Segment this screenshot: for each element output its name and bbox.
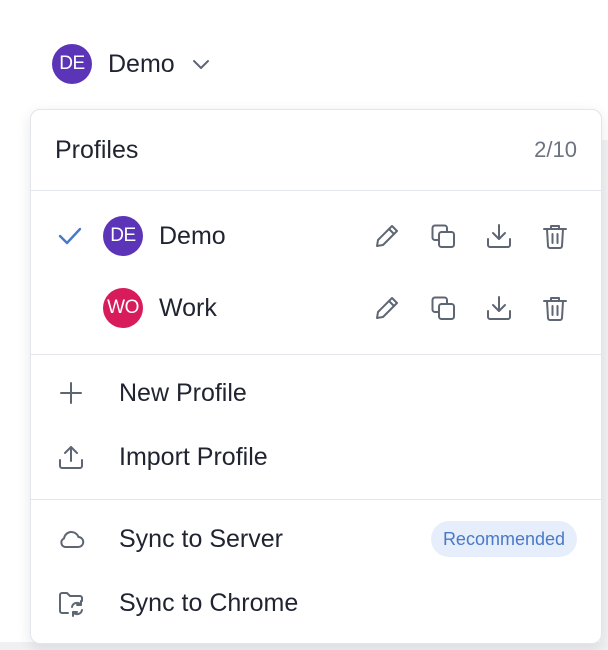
pencil-icon[interactable]	[371, 292, 403, 324]
recommended-badge: Recommended	[430, 521, 577, 557]
panel-title: Profiles	[55, 135, 139, 164]
trash-icon[interactable]	[539, 220, 571, 252]
profile-management-menu: New Profile Import Profile	[31, 355, 601, 500]
copy-icon[interactable]	[427, 220, 459, 252]
download-icon[interactable]	[483, 220, 515, 252]
profile-row-work[interactable]: WO Work	[31, 278, 601, 338]
profiles-dropdown: Profiles 2/10 DE Demo WO Work New Profil…	[30, 109, 602, 644]
menu-item-label: Import Profile	[119, 442, 268, 471]
panel-header: Profiles 2/10	[31, 110, 601, 191]
avatar-initials: DE	[110, 225, 136, 246]
profile-actions	[371, 292, 571, 324]
cloud-icon	[55, 523, 87, 555]
avatar: DE	[52, 44, 92, 84]
profile-switcher-button[interactable]: DE Demo	[52, 44, 213, 84]
import-profile-button[interactable]: Import Profile	[31, 429, 601, 485]
avatar: DE	[103, 216, 143, 256]
copy-icon[interactable]	[427, 292, 459, 324]
profile-list: DE Demo WO Work	[31, 192, 601, 355]
download-icon[interactable]	[483, 292, 515, 324]
plus-icon	[55, 377, 87, 409]
sync-to-chrome-button[interactable]: Sync to Chrome	[31, 575, 601, 631]
avatar-initials: DE	[59, 53, 85, 74]
profile-name: Work	[159, 293, 217, 322]
profile-actions	[371, 220, 571, 252]
upload-icon	[55, 441, 87, 473]
profile-count: 2/10	[534, 137, 577, 162]
profile-row-demo[interactable]: DE Demo	[31, 206, 601, 266]
pencil-icon[interactable]	[371, 220, 403, 252]
sync-to-server-button[interactable]: Sync to Server Recommended	[31, 511, 601, 567]
profile-name: Demo	[159, 221, 226, 250]
folder-sync-icon	[55, 587, 87, 619]
new-profile-button[interactable]: New Profile	[31, 365, 601, 421]
menu-item-label: Sync to Server	[119, 524, 283, 553]
current-profile-name: Demo	[108, 49, 175, 78]
check-icon	[55, 221, 85, 251]
menu-item-label: Sync to Chrome	[119, 588, 299, 617]
avatar-initials: WO	[107, 297, 139, 318]
chevron-down-icon	[189, 52, 213, 76]
menu-item-label: New Profile	[119, 378, 247, 407]
trash-icon[interactable]	[539, 292, 571, 324]
avatar: WO	[103, 288, 143, 328]
sync-menu: Sync to Server Recommended Sync to Chrom…	[31, 500, 601, 640]
